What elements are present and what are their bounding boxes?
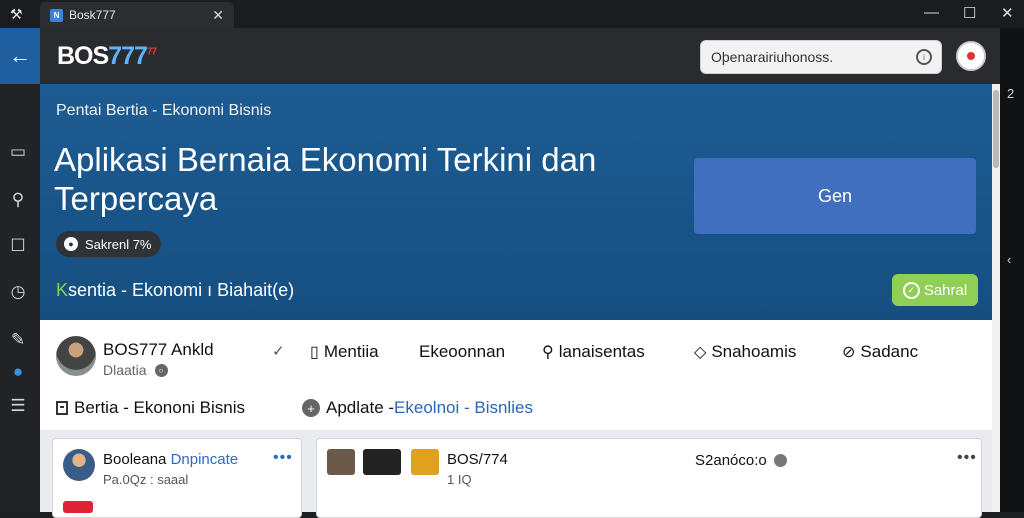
post-card[interactable]: BOS/774 1 IQ S2anóco:o ••• xyxy=(316,438,982,518)
card-title: BOS/774 xyxy=(447,451,508,468)
square-icon[interactable]: ☐ xyxy=(8,236,28,256)
page-title: Aplikasi Bernaia Ekonomi Terkini dan Ter… xyxy=(54,141,597,217)
status-pill[interactable]: ● Sakrenl 7% xyxy=(56,231,162,257)
nav-item-lanaisentas[interactable]: ⚲ lanaisentas xyxy=(542,342,645,362)
nav-label-5: Sadanc xyxy=(860,342,919,361)
more-options-icon[interactable]: ••• xyxy=(957,449,977,467)
nav-item-sadanc[interactable]: ⊘ Sadanc xyxy=(842,342,918,362)
close-tab-icon[interactable]: ✕ xyxy=(212,7,224,24)
cta-button[interactable]: Gen xyxy=(694,158,976,234)
card-title-text: Booleana xyxy=(103,451,171,468)
profile-sub: Dlaatia ○ xyxy=(103,362,168,378)
list-icon[interactable]: ☰ xyxy=(8,396,28,416)
more-options-icon[interactable]: ••• xyxy=(273,449,293,467)
breadcrumb[interactable]: Pentai Bertia - Ekonomi Bisnis xyxy=(56,102,271,120)
bolt-icon: ● xyxy=(64,237,78,251)
search-icon[interactable]: ⚲ xyxy=(8,190,28,210)
category-link[interactable]: Bertia - Ekononi Bisnis xyxy=(56,398,245,418)
nav-label-1: Mentiia xyxy=(323,342,379,361)
update-label-b: Ekeolnoi - Bisnlies xyxy=(394,398,533,417)
check-icon: ✓ xyxy=(272,343,285,360)
document-icon xyxy=(56,401,68,415)
clock-icon[interactable]: ◷ xyxy=(8,282,28,302)
thumbnail-image[interactable] xyxy=(327,449,355,475)
tab-title: Bosk777 xyxy=(69,8,116,22)
nav-item-snahoamis[interactable]: ◇ Snahoamis xyxy=(694,342,796,362)
arrow-left-icon: ← xyxy=(9,43,31,68)
rail-item-2[interactable]: ‹ xyxy=(1007,252,1011,267)
maximize-icon[interactable]: ☐ xyxy=(963,4,976,22)
category-label: Bertia - Ekononi Bisnis xyxy=(74,398,246,417)
search-value: Oþenarairiuhonoss. xyxy=(711,49,834,65)
update-link[interactable]: + Apdlate - Ekeolnoi - Bisnlies xyxy=(302,398,533,418)
brand-name-part2: 777 xyxy=(108,42,148,70)
nav-item-mentiia[interactable]: ▯ Mentiia xyxy=(310,342,379,362)
post-card[interactable]: Booleana Dnpincate Pa.0Qz : saaal ••• xyxy=(52,438,302,518)
hero-subtitle: Ksentia - Ekonomi ı Biahait(e) xyxy=(56,280,294,301)
scroll-thumb[interactable] xyxy=(993,90,999,168)
hero-banner: Pentai Bertia - Ekonomi Bisnis Aplikasi … xyxy=(40,84,992,320)
globe-icon: ○ xyxy=(154,363,168,377)
back-button[interactable]: ← xyxy=(0,28,40,84)
save-button[interactable]: ✓ Sahral xyxy=(892,274,978,306)
check-circle-icon: ✓ xyxy=(902,281,920,299)
edit-icon: ⊘ xyxy=(842,344,856,361)
scrollbar[interactable] xyxy=(992,84,1000,512)
rail-item-1[interactable]: 2 xyxy=(1007,86,1014,101)
tag-icon: ◇ xyxy=(694,344,707,361)
nav-label-2: Ekeoonnan xyxy=(419,342,506,361)
hero-subtitle-initial: K xyxy=(56,280,69,300)
add-icon: + xyxy=(302,399,320,417)
stat-icon xyxy=(773,454,787,467)
profile-sub-text: Dlaatia xyxy=(103,362,147,378)
card-stat-text: S2anóco:o xyxy=(695,452,767,469)
card-meta: Pa.0Qz : saaal xyxy=(103,472,189,487)
save-label: Sahral xyxy=(923,281,968,299)
card-title: Booleana Dnpincate xyxy=(103,451,238,468)
card-title-link[interactable]: Dnpincate xyxy=(171,451,239,468)
app-header: ← BOS77777 Oþenarairiuhonoss. i xyxy=(0,28,1000,84)
nav-label-3: lanaisentas xyxy=(558,342,645,361)
left-sidebar: ▭ ⚲ ☐ ◷ ✎ ● ☰ xyxy=(0,84,40,512)
brand-badge: 77 xyxy=(146,46,157,58)
browser-tab[interactable]: N Bosk777 ✕ xyxy=(40,2,234,28)
peek-thumbnail xyxy=(63,501,93,513)
nav-icon-1: ▯ xyxy=(310,344,319,361)
nav-label-4: Snahoamis xyxy=(711,342,797,361)
card-stat: S2anóco:o xyxy=(695,452,787,469)
close-window-icon[interactable]: ✕ xyxy=(1001,4,1014,22)
brand-logo[interactable]: BOS77777 xyxy=(57,42,157,71)
content-area: BOS777 Ankld Dlaatia ○ ✓ ▯ Mentiia Ekeoonn… xyxy=(40,320,992,518)
right-rail: 2 ‹ xyxy=(1000,28,1024,512)
profile-card: BOS777 Ankld Dlaatia ○ ✓ ▯ Mentiia Ekeoonn… xyxy=(40,320,992,430)
profile-name[interactable]: BOS777 Ankld xyxy=(103,340,214,360)
update-label-a: Apdlate - xyxy=(326,398,395,417)
favicon-icon: N xyxy=(50,8,63,22)
user-avatar[interactable] xyxy=(956,41,986,71)
search-input[interactable]: Oþenarairiuhonoss. i xyxy=(700,40,942,74)
card-meta: 1 IQ xyxy=(447,472,472,487)
hero-subtitle-text: sentia - Ekonomi ı Biahait(e) xyxy=(68,280,295,300)
toggle-icon[interactable]: ● xyxy=(8,362,28,382)
minimize-icon[interactable]: — xyxy=(924,4,939,21)
brush-icon[interactable]: ✎ xyxy=(8,330,28,350)
pin-icon[interactable]: ⚒ xyxy=(10,6,23,23)
title-bar: ⚒ N Bosk777 ✕ — ☐ ✕ xyxy=(0,0,1024,28)
search-icon: ⚲ xyxy=(542,344,554,361)
status-pill-label: Sakrenl 7% xyxy=(85,236,152,252)
nav-item-ekeoonnan[interactable]: Ekeoonnan xyxy=(419,342,505,362)
thumbnail-image[interactable] xyxy=(363,449,401,475)
brand-name-part1: BOS xyxy=(57,42,109,70)
profile-avatar[interactable] xyxy=(56,336,96,376)
message-icon[interactable]: ▭ xyxy=(8,142,28,162)
info-icon[interactable]: i xyxy=(916,49,932,65)
card-avatar[interactable] xyxy=(63,449,95,481)
thumbnail-image[interactable] xyxy=(411,449,439,475)
